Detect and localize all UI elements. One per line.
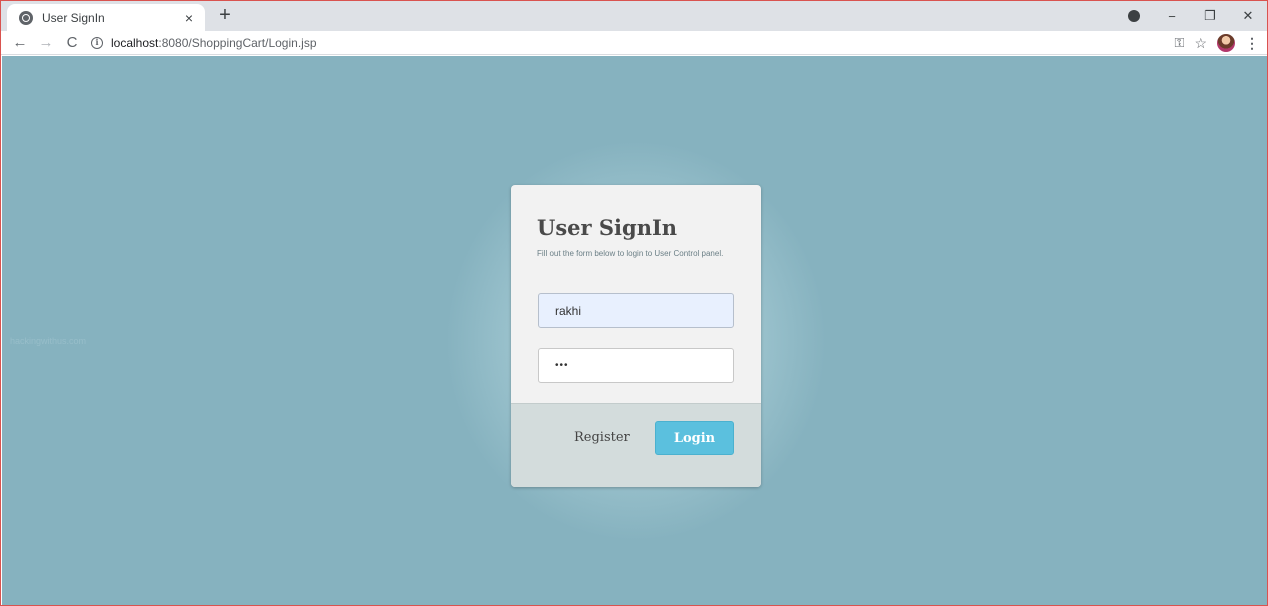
card-subtitle: Fill out the form below to login to User… [537, 249, 724, 258]
page-content: hackingwithus.com User SignIn Fill out t… [2, 56, 1267, 605]
url-path: :8080/ShoppingCart/Login.jsp [158, 36, 317, 50]
faint-watermark-text: hackingwithus.com [10, 336, 87, 346]
address-bar[interactable]: i localhost:8080/ShoppingCart/Login.jsp [91, 32, 1187, 54]
reload-button[interactable]: C [59, 32, 85, 54]
register-link[interactable]: Register [574, 430, 630, 445]
bookmark-star-icon[interactable]: ☆ [1194, 35, 1207, 52]
username-field[interactable] [538, 293, 734, 328]
url-host: localhost [111, 36, 159, 50]
back-button[interactable]: ← [7, 32, 33, 54]
login-button[interactable]: Login [655, 421, 734, 455]
close-window-button[interactable]: ✕ [1229, 1, 1267, 31]
minimize-button[interactable]: − [1153, 1, 1191, 31]
browser-toolbar: ← → C i localhost:8080/ShoppingCart/Logi… [1, 31, 1267, 55]
tab-strip: User SignIn × + − ❐ ✕ [1, 1, 1267, 31]
forward-button[interactable]: → [33, 32, 59, 54]
kebab-menu-icon[interactable]: ⋮ [1245, 35, 1259, 52]
password-field[interactable] [538, 348, 734, 383]
profile-indicator-button[interactable] [1115, 1, 1153, 31]
restore-button[interactable]: ❐ [1191, 1, 1229, 31]
new-tab-button[interactable]: + [213, 4, 237, 28]
card-footer: Register Login [511, 403, 761, 487]
url-text: localhost:8080/ShoppingCart/Login.jsp [111, 36, 317, 50]
profile-avatar[interactable] [1217, 34, 1235, 52]
globe-icon [19, 10, 33, 25]
toolbar-actions: ⚿ ☆ ⋮ [1175, 31, 1259, 55]
tab-close-icon[interactable]: × [179, 10, 199, 26]
login-card: User SignIn Fill out the form below to l… [511, 185, 761, 487]
tab-user-signin[interactable]: User SignIn × [7, 4, 205, 31]
card-title: User SignIn [537, 215, 678, 240]
browser-window: User SignIn × + − ❐ ✕ ← → C i localhost:… [0, 0, 1268, 606]
key-icon[interactable]: ⚿ [1175, 35, 1185, 51]
window-controls: − ❐ ✕ [1115, 1, 1267, 31]
tab-title: User SignIn [42, 10, 105, 25]
site-info-icon[interactable]: i [91, 37, 103, 49]
profile-dot-icon [1128, 10, 1140, 22]
